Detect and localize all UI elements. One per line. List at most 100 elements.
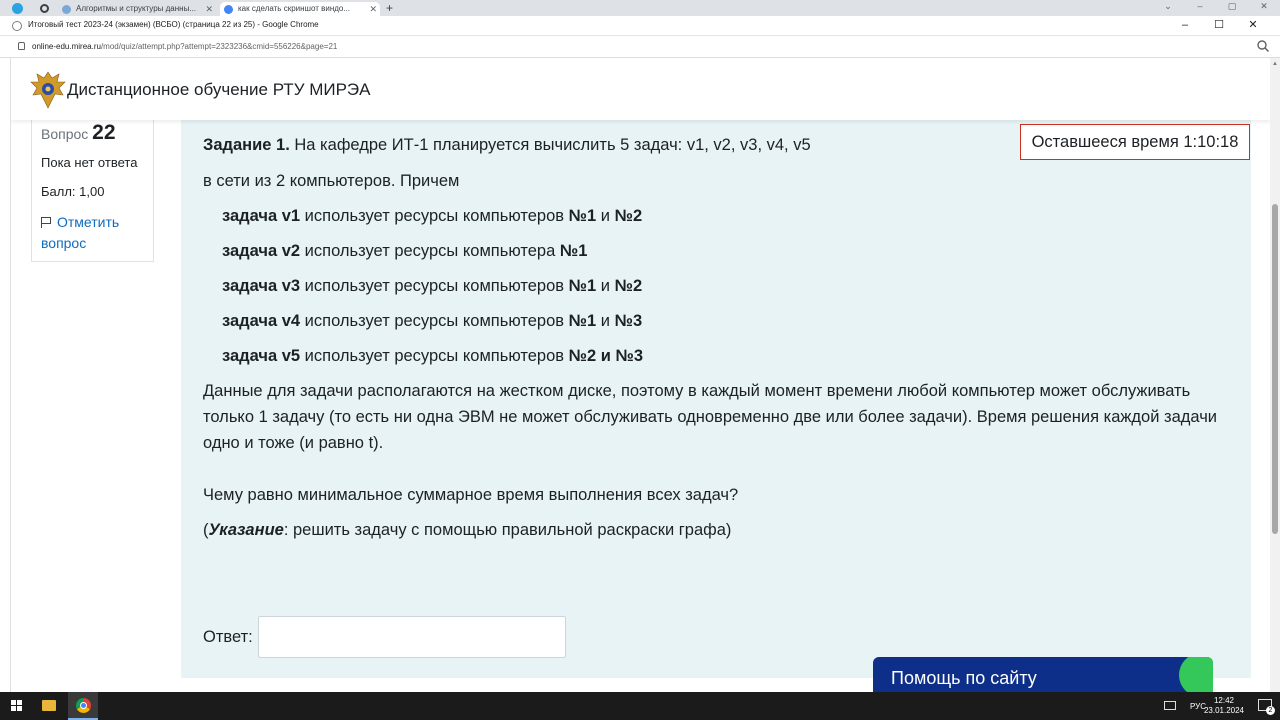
question-number-label: Вопрос	[41, 126, 89, 142]
task-item: задача v5 использует ресурсы компьютеров…	[222, 343, 1223, 369]
task-name: задача v3	[222, 277, 301, 295]
question-number: Вопрос 22	[41, 121, 144, 145]
task-name: задача v2	[222, 242, 301, 260]
task-item: задача v1 использует ресурсы компьютеров…	[222, 203, 1223, 229]
timer-label: Оставшееся время	[1031, 133, 1179, 151]
task-computer-b: №3	[614, 312, 643, 330]
window-title-bar: Итоговый тест 2023-24 (экзамен) (ВСБО) (…	[0, 16, 1280, 36]
task-text: использует ресурсы компьютера	[300, 242, 560, 260]
site-name[interactable]: Дистанционное обучение РТУ МИРЭА	[67, 80, 371, 100]
scroll-up-icon[interactable]: ▲	[1272, 61, 1278, 67]
question-prompt: Чему равно минимальное суммарное время в…	[203, 486, 739, 504]
site-help-label: Помощь по сайту	[891, 668, 1037, 688]
web-page: Дистанционное обучение РТУ МИРЭА Вопрос …	[10, 58, 1270, 692]
minimize-button[interactable]: –	[1168, 19, 1202, 31]
window-icon	[12, 21, 22, 31]
close-tab-icon[interactable]: ✕	[369, 2, 377, 16]
flag-icon	[41, 217, 51, 228]
drawer-toggle-tab[interactable]	[10, 348, 11, 394]
task-computer-a: №1	[568, 312, 597, 330]
question-title: Задание 1.	[203, 136, 290, 154]
browser-tab-strip: Алгоритмы и структуры данны... ✕ как сде…	[0, 0, 1280, 16]
tab-screenshot-search[interactable]: как сделать скриншот виндо... ✕	[220, 2, 380, 16]
task-item: задача v4 использует ресурсы компьютеров…	[222, 308, 1223, 334]
notifications-count: 2	[1266, 706, 1275, 715]
quiz-timer: Оставшееся время 1:10:18	[1020, 124, 1250, 160]
url-text[interactable]: online-edu.mirea.ru/mod/quiz/attempt.php…	[32, 42, 337, 51]
new-tab-icon[interactable]: +	[386, 1, 393, 15]
close-tab-icon[interactable]: ✕	[205, 2, 213, 16]
question-content: Задание 1. На кафедре ИТ-1 планируется в…	[181, 114, 1251, 678]
browser-app-icon[interactable]	[40, 4, 49, 13]
file-explorer-icon[interactable]	[42, 700, 56, 711]
url-path: /mod/quiz/attempt.php?attempt=2323236&cm…	[100, 42, 338, 51]
question-text: Задание 1. На кафедре ИТ-1 планируется в…	[203, 132, 1223, 543]
page-scrollbar[interactable]: ▲	[1270, 58, 1280, 692]
mirea-emblem-icon[interactable]	[29, 68, 67, 110]
scrollbar-thumb[interactable]	[1272, 204, 1278, 534]
task-computer-b: №2	[614, 207, 643, 225]
notifications-icon[interactable]: 2	[1258, 699, 1275, 715]
tab-label: Алгоритмы и структуры данны...	[76, 4, 197, 13]
flag-question-label: Отметить вопрос	[41, 214, 120, 251]
lock-icon[interactable]	[18, 42, 25, 50]
maximize-button[interactable]: ☐	[1202, 18, 1236, 31]
question-intro: На кафедре ИТ-1 планируется вычислить 5 …	[289, 136, 811, 154]
chevron-down-icon[interactable]: ⌄	[1152, 1, 1184, 12]
hint-label: Указание	[208, 521, 284, 539]
restore-icon[interactable]: ▢	[1216, 1, 1248, 12]
chrome-taskbar-button[interactable]	[68, 692, 98, 720]
tab-strip-window-controls: ⌄ – ▢ ✕	[1152, 1, 1280, 12]
flag-question-link[interactable]: Отметить вопрос	[41, 212, 144, 254]
network-icon[interactable]	[1164, 701, 1176, 710]
clock-date: 23.01.2024	[1203, 706, 1244, 715]
task-text: использует ресурсы компьютеров	[300, 207, 569, 225]
question-grade: Балл: 1,00	[41, 184, 105, 199]
timer-value: 1:10:18	[1183, 133, 1239, 151]
task-text: использует ресурсы компьютеров	[300, 312, 569, 330]
help-chat-icon	[1179, 657, 1213, 692]
answer-label: Ответ:	[203, 628, 253, 646]
question-line-2: в сети из 2 компьютеров. Причем	[203, 172, 460, 190]
hint-text: : решить задачу с помощью правильной рас…	[283, 521, 732, 539]
url-host: online-edu.mirea.ru	[32, 42, 101, 51]
address-bar[interactable]: online-edu.mirea.ru/mod/quiz/attempt.php…	[0, 36, 1280, 58]
question-hint: (Указание: решить задачу с помощью прави…	[203, 517, 1223, 543]
tab-algorithms[interactable]: Алгоритмы и структуры данны... ✕	[58, 2, 216, 16]
task-text: использует ресурсы компьютеров	[300, 277, 569, 295]
site-help-button[interactable]: Помощь по сайту	[873, 657, 1213, 692]
question-number-value: 22	[92, 121, 116, 144]
window-title: Итоговый тест 2023-24 (экзамен) (ВСБО) (…	[28, 20, 319, 29]
minimize-icon[interactable]: –	[1184, 1, 1216, 11]
task-text: использует ресурсы компьютеров	[300, 347, 569, 365]
telegram-icon[interactable]	[12, 3, 23, 14]
task-name: задача v4	[222, 312, 301, 330]
task-name: задача v1	[222, 207, 301, 225]
task-computer-a: №2 и №3	[568, 347, 644, 365]
question-paragraph: Данные для задачи располагаются на жестк…	[203, 382, 1218, 452]
task-computer-a: №1	[559, 242, 588, 260]
task-computer-b: №2	[614, 277, 643, 295]
close-icon[interactable]: ✕	[1248, 1, 1280, 12]
site-favicon-icon	[62, 5, 71, 14]
task-item: задача v2 использует ресурсы компьютера …	[222, 238, 1223, 264]
task-computer-a: №1	[568, 207, 597, 225]
tab-label: как сделать скриншот виндо...	[238, 4, 351, 13]
chrome-icon	[76, 698, 91, 713]
close-window-button[interactable]: ✕	[1236, 18, 1270, 31]
windows-taskbar: РУС 12:42 23.01.2024 2	[0, 692, 1280, 720]
task-item: задача v3 использует ресурсы компьютеров…	[222, 273, 1223, 299]
question-info-panel: Вопрос 22 Пока нет ответа Балл: 1,00 Отм…	[31, 114, 154, 262]
clock[interactable]: 12:42 23.01.2024	[1204, 696, 1244, 716]
task-conjunction: и	[596, 207, 615, 225]
question-status: Пока нет ответа	[41, 155, 138, 170]
site-header: Дистанционное обучение РТУ МИРЭА	[11, 58, 1270, 120]
zoom-icon[interactable]	[1256, 39, 1270, 53]
google-icon	[224, 5, 233, 14]
answer-input[interactable]	[258, 616, 566, 658]
clock-time: 12:42	[1213, 696, 1234, 705]
task-conjunction: и	[596, 277, 615, 295]
task-name: задача v5	[222, 347, 301, 365]
windows-start-icon[interactable]	[11, 700, 23, 712]
task-conjunction: и	[596, 312, 615, 330]
